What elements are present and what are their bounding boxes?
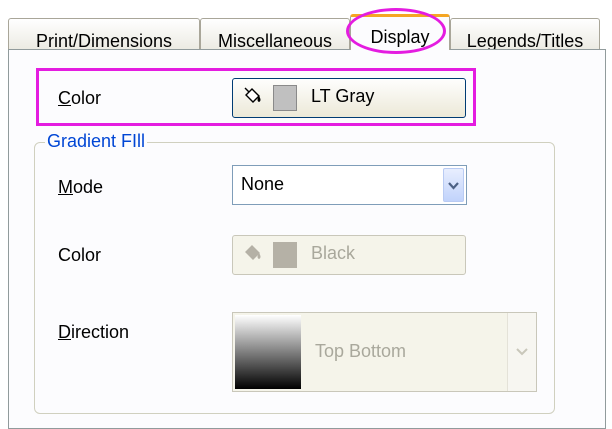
chevron-down-icon bbox=[516, 348, 528, 356]
direction-label: Direction bbox=[58, 322, 130, 342]
mode-label: Mode bbox=[58, 177, 104, 197]
tab-label: Legends/Titles bbox=[466, 31, 584, 51]
gradient-color-value-text: Black bbox=[311, 243, 356, 263]
direction-select-value: Top Bottom bbox=[315, 341, 407, 361]
gradient-color-picker-button[interactable]: Black bbox=[232, 235, 466, 275]
gradient-preview bbox=[235, 315, 301, 389]
chevron-down-icon[interactable] bbox=[443, 168, 464, 202]
tab-display[interactable]: Display bbox=[350, 14, 450, 50]
color-value-text: LT Gray bbox=[311, 86, 375, 106]
tab-label: Miscellaneous bbox=[217, 31, 333, 51]
color-label: Color bbox=[58, 88, 102, 108]
paint-bucket-icon bbox=[244, 87, 261, 103]
tab-strip: Print/Dimensions Miscellaneous Display L… bbox=[0, 0, 612, 51]
tab-label: Display bbox=[370, 27, 430, 47]
color-swatch bbox=[273, 85, 297, 111]
tab-print-dimensions[interactable]: Print/Dimensions bbox=[8, 18, 200, 51]
gradient-color-swatch bbox=[273, 242, 297, 268]
tab-label: Print/Dimensions bbox=[35, 31, 173, 51]
mode-select[interactable]: None bbox=[232, 165, 467, 205]
gradient-color-label: Color bbox=[58, 245, 102, 265]
direction-dropdown-button[interactable] bbox=[507, 313, 536, 391]
tab-legends-titles[interactable]: Legends/Titles bbox=[450, 18, 600, 51]
paint-bucket-icon bbox=[245, 245, 261, 260]
chevron-down-icon bbox=[448, 182, 459, 190]
mode-select-value: None bbox=[241, 174, 285, 194]
color-picker-button[interactable]: LT Gray bbox=[232, 78, 466, 118]
direction-select[interactable]: Top Bottom bbox=[232, 312, 537, 392]
group-title: Gradient FIll bbox=[45, 131, 148, 152]
tab-miscellaneous[interactable]: Miscellaneous bbox=[200, 18, 350, 51]
